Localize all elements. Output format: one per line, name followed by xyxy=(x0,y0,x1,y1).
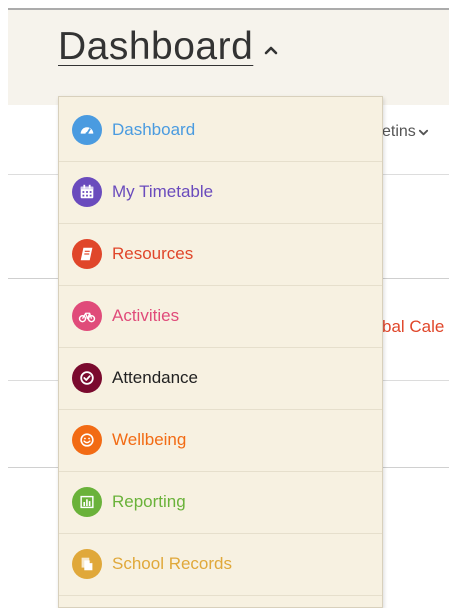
menu-item-wellbeing[interactable]: Wellbeing xyxy=(59,409,382,472)
smiley-icon xyxy=(72,425,102,455)
menu-item-dashboard[interactable]: Dashboard xyxy=(59,99,382,162)
calendar-icon xyxy=(72,177,102,207)
menu-item-label: Wellbeing xyxy=(112,430,187,449)
menu-item-activities[interactable]: Activities xyxy=(59,285,382,348)
menu-item-label: Resources xyxy=(112,244,194,263)
chevron-up-icon xyxy=(263,42,279,58)
menu-item-label: School Records xyxy=(112,554,233,573)
check-circle-icon xyxy=(72,363,102,393)
menu-item-school-records[interactable]: School Records xyxy=(59,533,382,596)
calendar-link[interactable]: bal Cale xyxy=(382,317,444,337)
bulletins-label: etins xyxy=(382,123,416,140)
menu-item-my-timetable[interactable]: My Timetable xyxy=(59,161,382,224)
menu-item-label: My Timetable xyxy=(112,182,214,201)
dashboard-menu-toggle[interactable]: Dashboard xyxy=(58,22,279,72)
menu-item-attendance[interactable]: Attendance xyxy=(59,347,382,410)
bar-chart-icon xyxy=(72,487,102,517)
book-icon xyxy=(72,239,102,269)
dashboard-dropdown-menu: Dashboard My Timetable Resources Activit… xyxy=(58,96,383,608)
bulletins-tab[interactable]: etins xyxy=(382,122,429,142)
bicycle-icon xyxy=(72,301,102,331)
menu-item-label: Activities xyxy=(112,306,180,325)
menu-item-label: Dashboard xyxy=(112,120,196,139)
dashboard-gauge-icon xyxy=(72,115,102,145)
menu-item-reporting[interactable]: Reporting xyxy=(59,471,382,534)
chevron-down-icon xyxy=(418,129,428,135)
menu-item-label: Reporting xyxy=(112,492,186,511)
menu-item-label: Attendance xyxy=(112,368,199,387)
documents-icon xyxy=(72,549,102,579)
page-title: Dashboard xyxy=(58,25,254,68)
menu-item-resources[interactable]: Resources xyxy=(59,223,382,286)
